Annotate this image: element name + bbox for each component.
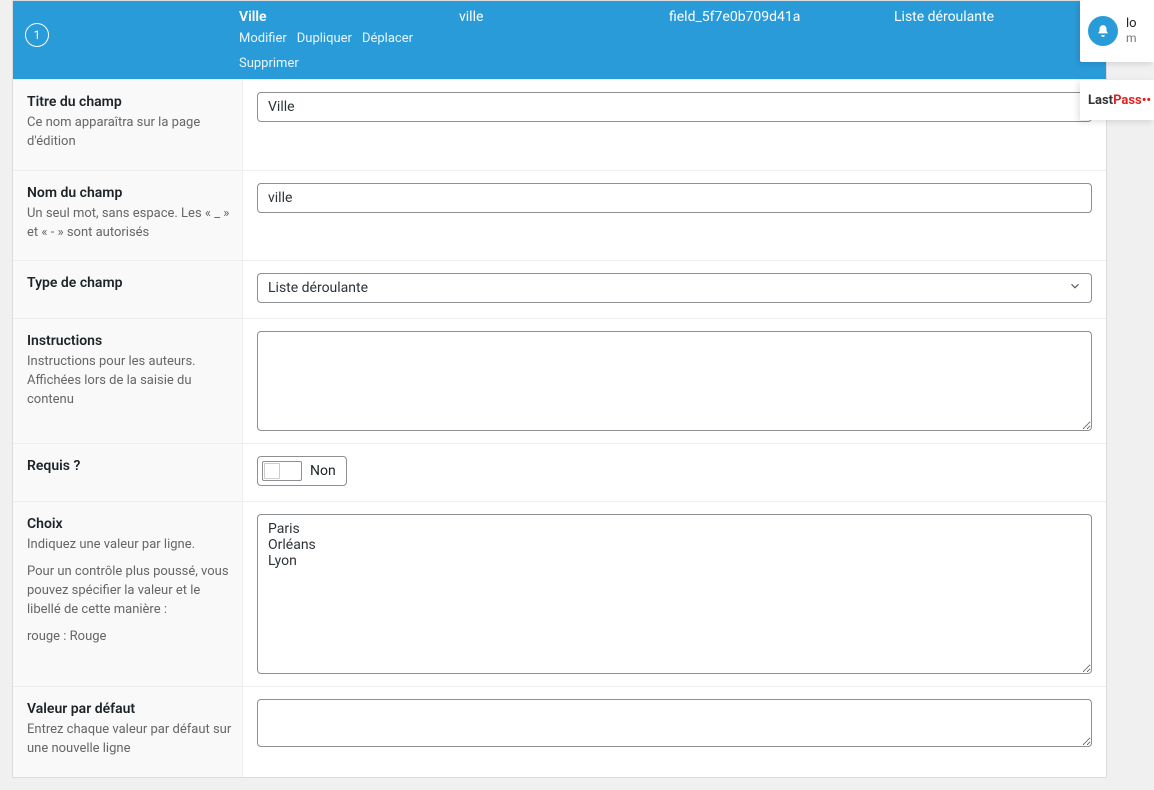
lastpass-logo-part2: Pass (1113, 93, 1142, 108)
header-actions: Modifier Dupliquer Déplacer Supprimer (239, 31, 439, 71)
row-required: Requis ? Non (13, 443, 1106, 501)
textarea-default[interactable] (257, 699, 1092, 747)
action-duplicate[interactable]: Dupliquer (297, 31, 352, 46)
hint-default: Entrez chaque valeur par défaut sur une … (27, 721, 232, 759)
bell-icon (1088, 16, 1118, 46)
hint-name: Un seul mot, sans espace. Les « _ » et «… (27, 205, 232, 243)
row-name: Nom du champ Un seul mot, sans espace. L… (13, 170, 1106, 261)
toggle-knob (264, 463, 280, 479)
header-type: Liste déroulante (894, 9, 1059, 25)
row-instructions: Instructions Instructions pour les auteu… (13, 318, 1106, 443)
row-default: Valeur par défaut Entrez chaque valeur p… (13, 686, 1106, 777)
action-delete[interactable]: Supprimer (239, 56, 299, 71)
input-name[interactable] (257, 183, 1092, 213)
hint-instructions: Instructions pour les auteurs. Affichées… (27, 353, 232, 410)
order-badge: 1 (25, 23, 49, 47)
label-required: Requis ? (27, 458, 232, 474)
label-default: Valeur par défaut (27, 701, 232, 717)
action-move[interactable]: Déplacer (362, 31, 413, 46)
header-name: ville (459, 9, 669, 25)
lastpass-logo-dots: •• (1142, 93, 1151, 108)
row-title: Titre du champ Ce nom apparaîtra sur la … (13, 79, 1106, 170)
row-choices: Choix Indiquez une valeur par ligne. Pou… (13, 501, 1106, 686)
label-instructions: Instructions (27, 333, 232, 349)
order-number: 1 (34, 28, 41, 42)
field-header[interactable]: 1 Ville ville field_5f7e0b709d41a Liste … (13, 1, 1106, 79)
toggle-required-wrap: Non (257, 456, 347, 486)
select-type[interactable]: Liste déroulante (257, 273, 1092, 303)
textarea-choices[interactable] (257, 514, 1092, 674)
wordpress-popup[interactable]: lo m (1080, 0, 1154, 62)
toggle-required[interactable] (262, 461, 302, 481)
toggle-required-label: Non (310, 463, 336, 479)
action-edit[interactable]: Modifier (239, 31, 287, 46)
label-name: Nom du champ (27, 185, 232, 201)
label-type: Type de champ (27, 275, 232, 291)
textarea-instructions[interactable] (257, 331, 1092, 431)
hint-choices: Indiquez une valeur par ligne. Pour un c… (27, 536, 232, 646)
row-type: Type de champ Liste déroulante (13, 260, 1106, 318)
input-title[interactable] (257, 92, 1092, 122)
lastpass-logo-part1: Last (1088, 93, 1113, 108)
label-choices: Choix (27, 516, 232, 532)
label-title: Titre du champ (27, 94, 232, 110)
lastpass-popup[interactable]: LastPass•• (1080, 80, 1154, 120)
header-title: Ville (239, 9, 459, 25)
header-key: field_5f7e0b709d41a (669, 9, 894, 25)
wordpress-popup-text: lo m (1126, 17, 1137, 44)
hint-title: Ce nom apparaîtra sur la page d'édition (27, 114, 232, 152)
